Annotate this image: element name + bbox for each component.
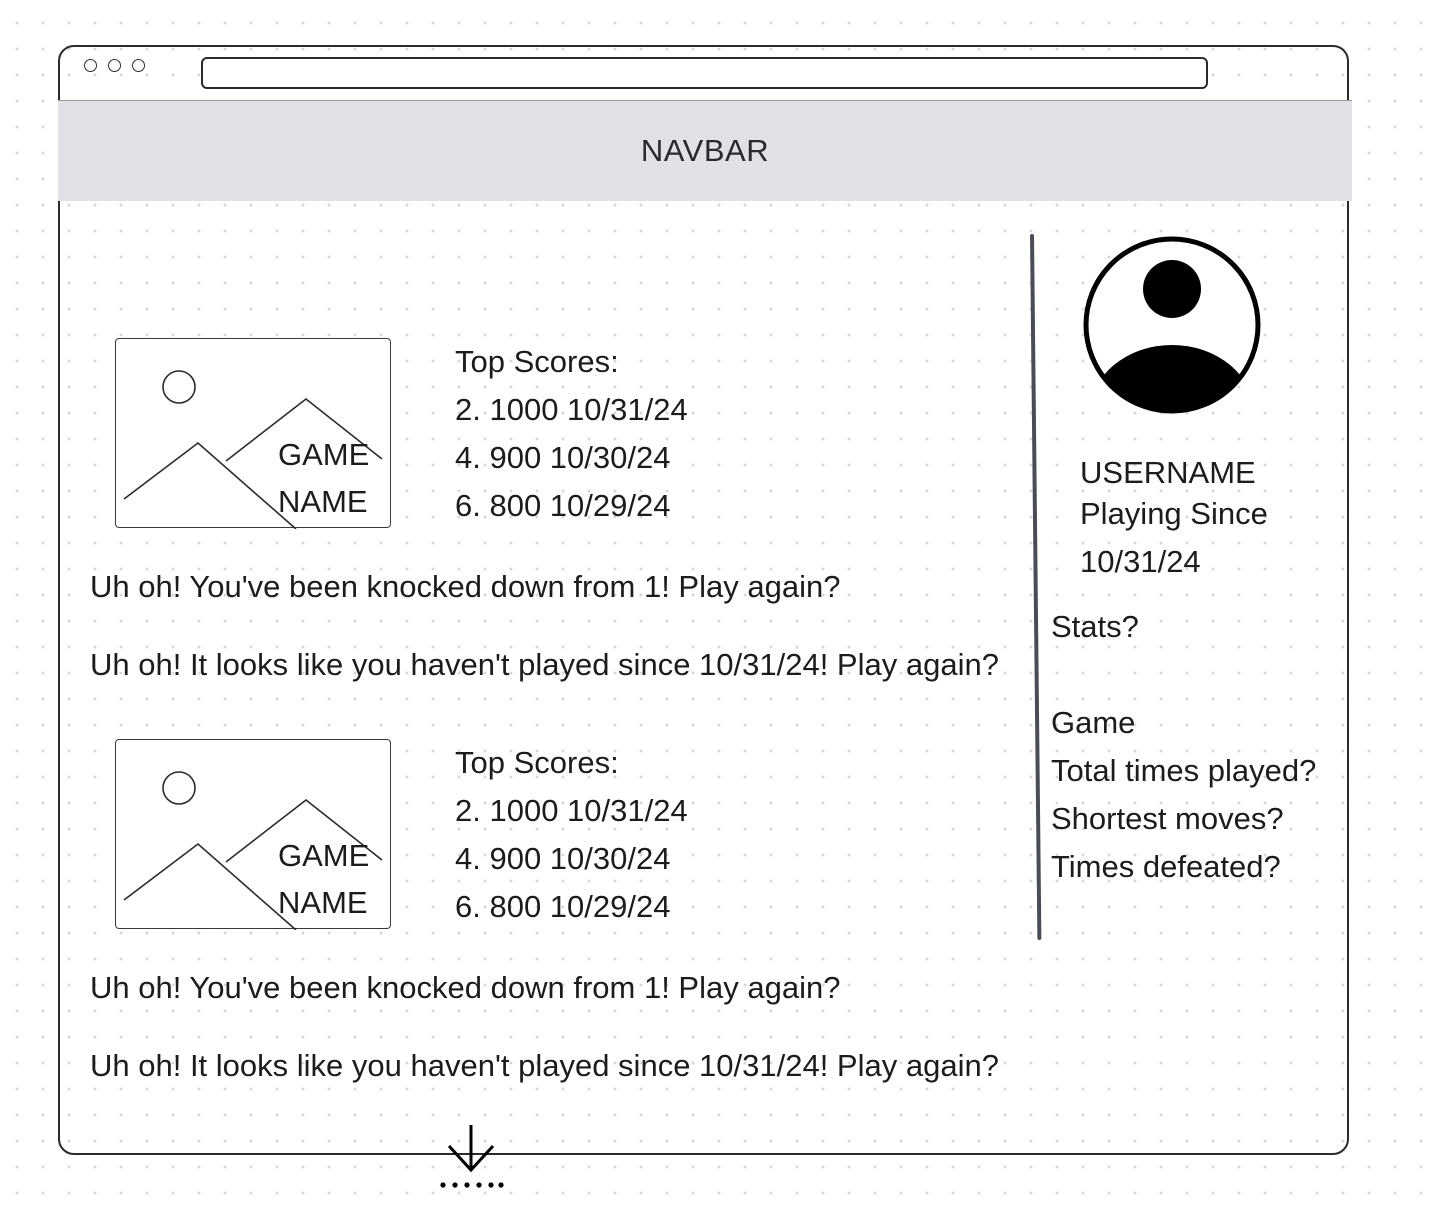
user-avatar-icon[interactable] xyxy=(1082,235,1262,415)
stats-item-times-defeated: Times defeated? xyxy=(1051,849,1281,884)
game-name-label: GAME NAME xyxy=(278,832,388,926)
game-name-line: GAME xyxy=(278,437,370,472)
score-row: 4. 900 10/30/24 xyxy=(455,440,671,475)
navbar: NAVBAR xyxy=(58,100,1352,201)
game-name-line: NAME xyxy=(278,484,368,519)
stats-heading: Stats? xyxy=(1051,609,1139,644)
window-control-dot-icon[interactable] xyxy=(108,59,121,72)
score-row: 4. 900 10/30/24 xyxy=(455,841,671,876)
playing-since-label: Playing Since xyxy=(1080,496,1268,531)
stats-item-total-played: Total times played? xyxy=(1051,753,1317,788)
score-row: 2. 1000 10/31/24 xyxy=(455,392,688,427)
top-scores: Top Scores: 2. 1000 10/31/24 4. 900 10/3… xyxy=(455,739,688,931)
top-scores-heading: Top Scores: xyxy=(455,344,619,379)
address-bar[interactable] xyxy=(201,57,1208,89)
playing-since-date: 10/31/24 xyxy=(1080,544,1201,579)
top-scores-heading: Top Scores: xyxy=(455,745,619,780)
stats-item-game: Game xyxy=(1051,705,1136,740)
knocked-down-message[interactable]: Uh oh! You've been knocked down from 1! … xyxy=(90,968,840,1008)
score-row: 6. 800 10/29/24 xyxy=(455,889,671,924)
game-name-label: GAME NAME xyxy=(278,431,388,525)
top-scores: Top Scores: 2. 1000 10/31/24 4. 900 10/3… xyxy=(455,338,688,530)
navbar-label: NAVBAR xyxy=(640,133,770,168)
window-control-dot-icon[interactable] xyxy=(84,59,97,72)
stats-item-shortest-moves: Shortest moves? xyxy=(1051,801,1284,836)
score-row: 6. 800 10/29/24 xyxy=(455,488,671,523)
game-thumbnail[interactable]: GAME NAME xyxy=(115,338,391,529)
game-name-line: NAME xyxy=(278,885,368,920)
score-row: 2. 1000 10/31/24 xyxy=(455,793,688,828)
inactive-message[interactable]: Uh oh! It looks like you haven't played … xyxy=(90,1046,999,1086)
username: USERNAME xyxy=(1080,455,1256,490)
knocked-down-message[interactable]: Uh oh! You've been knocked down from 1! … xyxy=(90,567,840,607)
game-name-line: GAME xyxy=(278,838,370,873)
inactive-message[interactable]: Uh oh! It looks like you haven't played … xyxy=(90,645,999,685)
scroll-down-arrow-icon[interactable] xyxy=(438,1122,508,1192)
game-thumbnail[interactable]: GAME NAME xyxy=(115,739,391,930)
window-control-dot-icon[interactable] xyxy=(132,59,145,72)
